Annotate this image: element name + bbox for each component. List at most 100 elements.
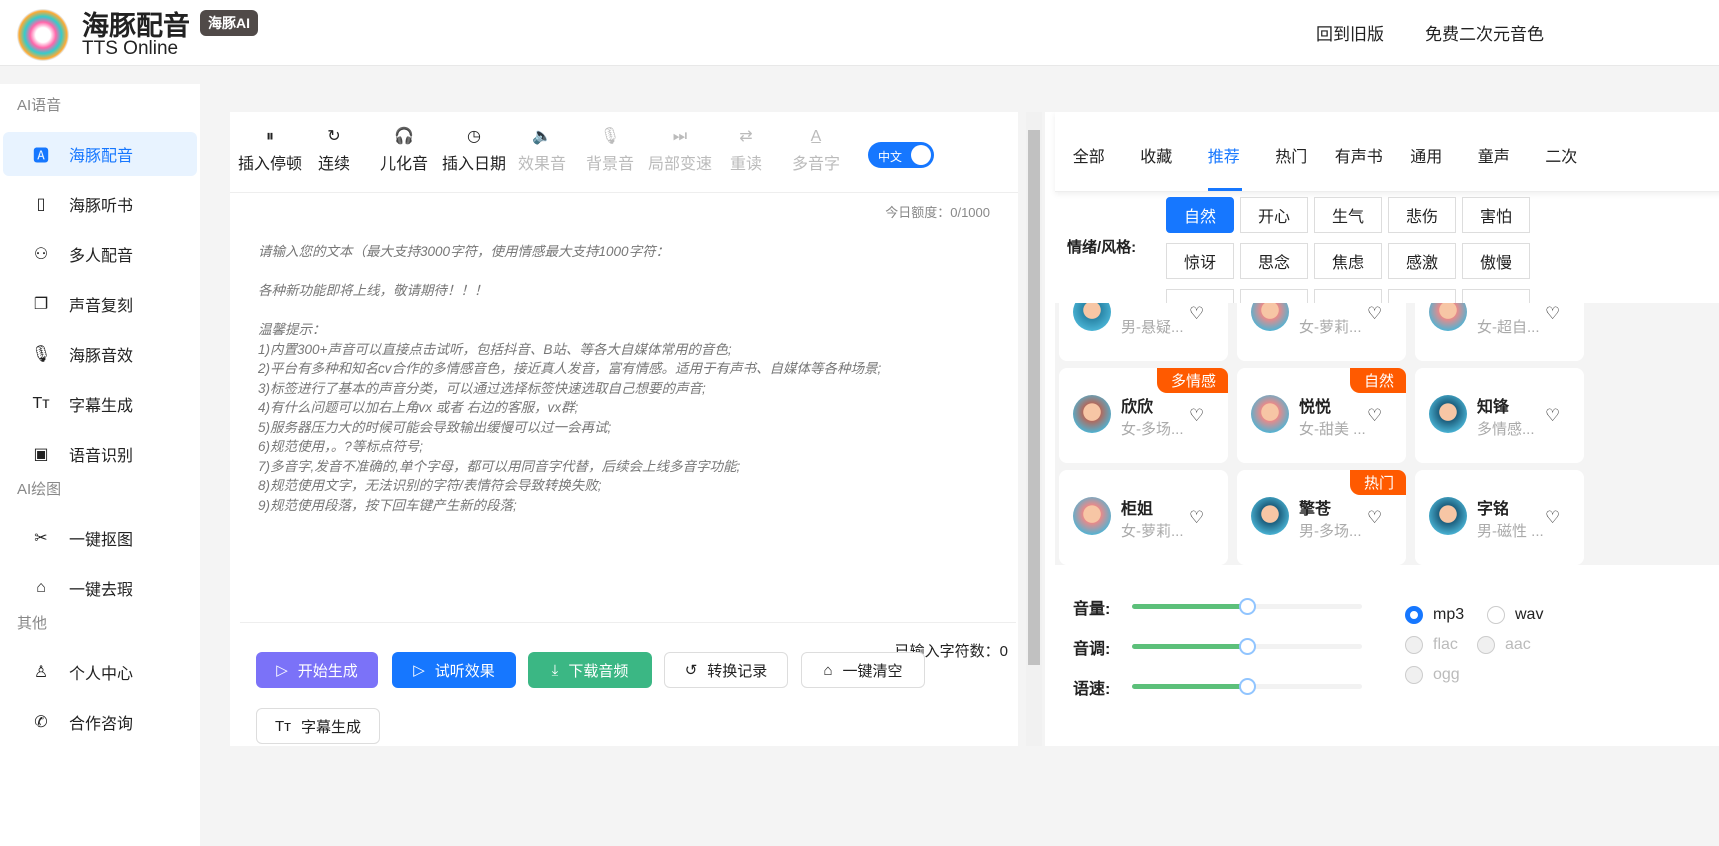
tab-5[interactable]: 通用 (1393, 112, 1461, 191)
action-button-0[interactable]: ▷ 开始生成 (256, 652, 378, 688)
heart-icon[interactable]: ♡ (1545, 304, 1560, 324)
heart-icon[interactable]: ♡ (1367, 406, 1382, 426)
voice-desc: 女-萝莉... (1121, 523, 1184, 540)
format-radio-aac[interactable]: aac (1477, 636, 1531, 654)
tab-4[interactable]: 有声书 (1325, 112, 1393, 191)
emotion-tag[interactable] (1462, 289, 1530, 303)
emotion-tag[interactable] (1166, 289, 1234, 303)
voice-card[interactable]: 悦悦 女-甜美 ... ♡ 自然 (1237, 368, 1406, 463)
toolbar-3[interactable]: ◷ 插入日期 (442, 126, 506, 174)
toolbar-1[interactable]: ↻ 连续 (318, 126, 350, 174)
toolbar-label: 背景音 (586, 156, 635, 173)
history-icon: ↺ (684, 662, 698, 679)
slider-0[interactable] (1132, 598, 1362, 615)
slider-fill (1132, 604, 1247, 609)
free-voices-link[interactable]: 免费二次元音色 (1425, 20, 1544, 45)
slider-label: 音量: (1073, 601, 1111, 618)
voice-card[interactable]: 欣欣 女-多场... ♡ 多情感 (1059, 368, 1228, 463)
sidebar-item-1[interactable]: ✆ 合作咨询 (3, 700, 197, 744)
heart-icon[interactable]: ♡ (1545, 508, 1560, 528)
avatar (1429, 303, 1467, 331)
format-radio-ogg[interactable]: ogg (1405, 666, 1460, 684)
logo[interactable] (17, 9, 69, 61)
action-button-1[interactable]: ▷ 试听效果 (392, 652, 516, 688)
emotion-tag[interactable]: 悲伤 (1388, 197, 1456, 233)
emotion-tag[interactable]: 傲慢 (1462, 243, 1530, 279)
toolbar-0[interactable]: ⏸ 插入停顿 (238, 126, 302, 174)
voice-tag: 热门 (1349, 470, 1406, 495)
action-button-3[interactable]: ↺ 转换记录 (664, 652, 788, 688)
sidebar-item-label: 一键抠图 (69, 532, 134, 549)
heart-icon[interactable]: ♡ (1367, 508, 1382, 528)
sidebar-item-0[interactable]: ✂ 一键抠图 (3, 516, 197, 560)
emotion-tag[interactable]: 自然 (1166, 197, 1234, 233)
toolbar-label: 多音字 (792, 156, 841, 173)
emotion-tag[interactable]: 思念 (1240, 243, 1308, 279)
tab-3[interactable]: 热门 (1258, 112, 1326, 191)
heart-icon[interactable]: ♡ (1367, 304, 1382, 324)
sidebar-item-6[interactable]: ▣ 语音识别 (3, 432, 197, 476)
old-version-link[interactable]: 回到旧版 (1316, 20, 1384, 45)
tab-6[interactable]: 童声 (1460, 112, 1528, 191)
slider-2[interactable] (1132, 678, 1362, 695)
toolbar-6[interactable]: ⏭ 局部变速 (648, 126, 712, 174)
voice-card[interactable]: 男-悬疑... ♡ (1059, 303, 1228, 361)
heart-icon[interactable]: ♡ (1189, 508, 1204, 528)
emotion-tag[interactable]: 惊讶 (1166, 243, 1234, 279)
toolbar-4[interactable]: 🔈 效果音 (518, 126, 566, 174)
toolbar-2[interactable]: 🎧 儿化音 (380, 126, 428, 174)
sidebar-item-3[interactable]: ❐ 声音复刻 (3, 282, 197, 326)
sidebar-item-label: 多人配音 (69, 248, 134, 265)
format-radio-wav[interactable]: wav (1487, 606, 1543, 624)
voice-list: 男-悬疑... ♡ 女-萝莉... ♡ 女-超自... ♡ 欣欣 女-多场... ♡ 多情感 悦悦女… (1055, 303, 1719, 565)
emotion-tag[interactable]: 生气 (1314, 197, 1382, 233)
emotion-tag[interactable] (1388, 289, 1456, 303)
action-button-5[interactable]: Tт 字幕生成 (256, 708, 380, 744)
language-toggle[interactable]: 中文 (868, 142, 934, 168)
sidebar-item-label: 一键去瑕 (69, 582, 134, 599)
emotion-tag[interactable] (1314, 289, 1382, 303)
format-radio-mp3[interactable]: mp3 (1405, 606, 1464, 624)
sidebar-item-0[interactable]: 🅰 海豚配音 (3, 132, 197, 176)
scrollbar-thumb[interactable] (1028, 130, 1040, 665)
toolbar-7[interactable]: ⇄ 重读 (730, 126, 762, 174)
tab-7[interactable]: 二次 (1528, 112, 1596, 191)
tab-0[interactable]: 全部 (1055, 112, 1123, 191)
voice-name: 字铭 (1477, 501, 1510, 518)
sidebar-item-1[interactable]: ⌂ 一键去瑕 (3, 566, 197, 610)
slider-handle[interactable] (1239, 638, 1256, 655)
action-button-4[interactable]: ⌂ 一键清空 (801, 652, 925, 688)
text-input[interactable]: 请输入您的文本（最大支持3000字符，使用情感最大支持1000字符： 各种新功能… (258, 242, 881, 515)
sidebar-item-4[interactable]: 🎙 海豚音效 (3, 332, 197, 376)
action-button-2[interactable]: ⤓ 下载音频 (528, 652, 652, 688)
voice-card[interactable]: 女-超自... ♡ (1415, 303, 1584, 361)
voice-card[interactable]: 擎苍 男-多场... ♡ 热门 (1237, 470, 1406, 565)
sidebar-item-1[interactable]: ▯ 海豚听书 (3, 182, 197, 226)
format-radio-flac[interactable]: flac (1405, 636, 1458, 654)
voice-desc: 多情感... (1477, 421, 1535, 438)
toolbar-5[interactable]: 🎙 背景音 (586, 126, 634, 174)
emotion-tag[interactable]: 感激 (1388, 243, 1456, 279)
slider-handle[interactable] (1239, 678, 1256, 695)
heart-icon[interactable]: ♡ (1545, 406, 1560, 426)
avatar (1073, 303, 1111, 331)
emotion-tag[interactable]: 焦虑 (1314, 243, 1382, 279)
sidebar-item-0[interactable]: ♙ 个人中心 (3, 650, 197, 694)
voice-card[interactable]: 字铭 男-磁性 ... ♡ (1415, 470, 1584, 565)
voice-desc: 女-萝莉... (1299, 319, 1362, 336)
voice-card[interactable]: 女-萝莉... ♡ (1237, 303, 1406, 361)
sidebar-item-5[interactable]: Tт 字幕生成 (3, 382, 197, 426)
slider-handle[interactable] (1239, 598, 1256, 615)
slider-1[interactable] (1132, 638, 1362, 655)
voice-card[interactable]: 柜姐 女-萝莉... ♡ (1059, 470, 1228, 565)
toolbar-8[interactable]: A̲ 多音字 (792, 126, 840, 174)
tab-2[interactable]: 推荐 (1190, 112, 1258, 191)
heart-icon[interactable]: ♡ (1189, 304, 1204, 324)
tab-1[interactable]: 收藏 (1123, 112, 1191, 191)
emotion-tag[interactable] (1240, 289, 1308, 303)
voice-card[interactable]: 知锋 多情感... ♡ (1415, 368, 1584, 463)
emotion-tag[interactable]: 害怕 (1462, 197, 1530, 233)
emotion-tag[interactable]: 开心 (1240, 197, 1308, 233)
sidebar-item-2[interactable]: ⚇ 多人配音 (3, 232, 197, 276)
heart-icon[interactable]: ♡ (1189, 406, 1204, 426)
